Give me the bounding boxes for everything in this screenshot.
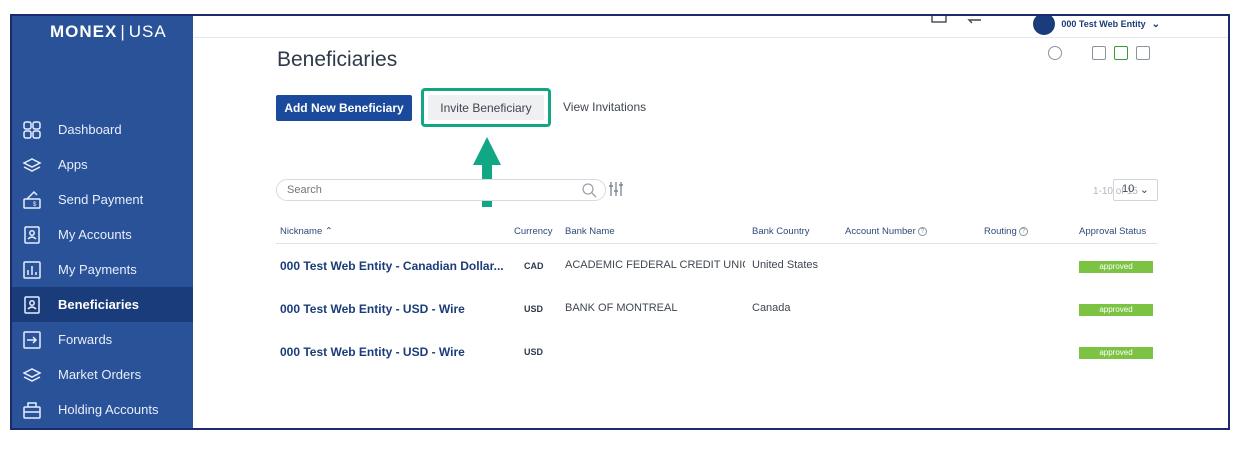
user-menu[interactable]: 000 Test Web Entity ⌄ [1033, 16, 1160, 35]
filter-sliders-icon[interactable] [607, 180, 625, 198]
sort-up-icon: ⌃ [324, 226, 333, 237]
header-approval-status[interactable]: Approval Status [1079, 226, 1146, 237]
table-row[interactable]: 000 Test Web Entity - USD - Wire USD BAN… [276, 287, 1158, 330]
nickname-link[interactable]: 000 Test Web Entity - Canadian Dollar... [280, 259, 505, 273]
grid-icon [22, 120, 42, 140]
main-content: Beneficiaries Add New Beneficiary Invite… [193, 38, 1228, 428]
sidebar-item-dashboard[interactable]: Dashboard [12, 112, 193, 147]
send-money-icon: $ [22, 190, 42, 210]
status-badge: approved [1079, 261, 1153, 273]
print-icon[interactable] [1136, 46, 1150, 60]
bank-name-cell: ACADEMIC FEDERAL CREDIT UNIO... [565, 259, 745, 271]
header-bank-name[interactable]: Bank Name [565, 226, 615, 237]
sidebar-item-send-payment[interactable]: $ Send Payment [12, 182, 193, 217]
chevron-down-icon: ⌄ [1151, 18, 1160, 30]
arrow-right-box-icon [22, 330, 42, 350]
header-bank-country[interactable]: Bank Country [752, 226, 810, 237]
table-row[interactable]: 000 Test Web Entity - Canadian Dollar...… [276, 244, 1158, 287]
bank-country-cell: Canada [752, 302, 791, 314]
sidebar-item-my-accounts[interactable]: My Accounts [12, 217, 193, 252]
table-header: Nickname ⌃ Currency Bank Name Bank Count… [276, 218, 1158, 244]
header-routing[interactable]: Routing? [984, 226, 1028, 237]
search-icon[interactable] [581, 182, 597, 198]
sidebar-item-apps[interactable]: Apps [12, 147, 193, 182]
sidebar-item-my-payments[interactable]: My Payments [12, 252, 193, 287]
help-icon: ? [917, 226, 927, 236]
invite-highlight-box: Invite Beneficiary [421, 88, 551, 127]
page-title: Beneficiaries [277, 48, 398, 71]
table-row[interactable]: 000 Test Web Entity - USD - Wire USD app… [276, 330, 1158, 373]
window-icon[interactable] [931, 16, 947, 29]
refresh-icon[interactable] [1048, 46, 1062, 60]
bank-country-cell: United States [752, 259, 819, 271]
currency-cell: CAD [524, 261, 544, 271]
exchange-icon[interactable] [965, 16, 983, 29]
status-badge: approved [1079, 304, 1153, 316]
header-currency[interactable]: Currency [514, 226, 553, 237]
add-beneficiary-button[interactable]: Add New Beneficiary [276, 95, 412, 121]
sidebar-item-label: Market Orders [58, 367, 142, 382]
sidebar-item-label: Beneficiaries [58, 297, 139, 312]
sidebar-item-label: Dashboard [58, 122, 122, 137]
invite-beneficiary-button[interactable]: Invite Beneficiary [428, 95, 544, 120]
currency-cell: USD [524, 304, 544, 314]
excel-icon[interactable] [1114, 46, 1128, 60]
sidebar-item-label: My Payments [58, 262, 137, 277]
page-tools [1048, 46, 1150, 60]
nickname-link[interactable]: 000 Test Web Entity - USD - Wire [280, 302, 505, 316]
user-name: 000 Test Web Entity [1061, 19, 1146, 29]
sidebar-item-beneficiaries[interactable]: Beneficiaries [12, 287, 193, 322]
chevron-down-icon: ⌄ [1139, 184, 1149, 196]
sidebar-item-label: Send Payment [58, 192, 144, 207]
view-invitations-link[interactable]: View Invitations [563, 100, 646, 114]
layers-icon [22, 365, 42, 385]
sidebar-item-label: Holding Accounts [58, 402, 159, 417]
bar-chart-icon [22, 260, 42, 280]
header-account-number[interactable]: Account Number? [845, 226, 927, 237]
currency-cell: USD [524, 347, 544, 357]
search-input[interactable] [276, 179, 606, 201]
beneficiaries-table: Nickname ⌃ Currency Bank Name Bank Count… [276, 218, 1158, 373]
account-card-icon [22, 225, 42, 245]
sidebar-item-label: Apps [58, 157, 88, 172]
avatar [1033, 16, 1056, 35]
header-nickname[interactable]: Nickname ⌃ [280, 226, 333, 237]
pdf-icon[interactable] [1092, 46, 1106, 60]
briefcase-icon [22, 400, 42, 420]
per-page-value: 10 [1122, 183, 1135, 195]
sidebar-nav: Dashboard Apps $ Send Payment My Account… [12, 112, 193, 427]
sidebar-item-market-orders[interactable]: Market Orders [12, 357, 193, 392]
app-window: MONEX | USA Dashboard Apps $ Send Payment … [10, 14, 1230, 430]
top-bar: 000 Test Web Entity ⌄ [193, 16, 1228, 38]
beneficiary-card-icon [22, 295, 42, 315]
sidebar-item-holding-accounts[interactable]: Holding Accounts [12, 392, 193, 427]
sidebar: MONEX | USA Dashboard Apps $ Send Payment … [12, 16, 193, 428]
sidebar-item-label: My Accounts [58, 227, 132, 242]
help-icon: ? [1018, 226, 1028, 236]
status-badge: approved [1079, 347, 1153, 359]
nickname-link[interactable]: 000 Test Web Entity - USD - Wire [280, 345, 505, 359]
sidebar-item-label: Forwards [58, 332, 113, 347]
bank-name-cell: BANK OF MONTREAL [565, 302, 678, 314]
per-page-select[interactable]: 10 ⌄ [1113, 179, 1158, 201]
layers-icon [22, 155, 42, 175]
sidebar-item-forwards[interactable]: Forwards [12, 322, 193, 357]
monex-logo: MONEX | USA [50, 22, 167, 41]
svg-text:$: $ [33, 202, 37, 208]
